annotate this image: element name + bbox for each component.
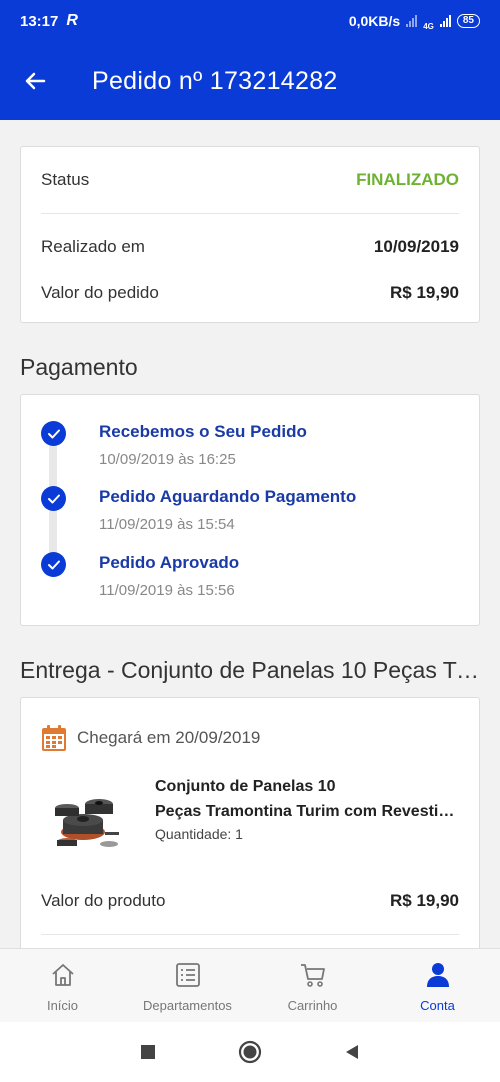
home-button[interactable] [238, 1040, 262, 1064]
nav-item-carrinho[interactable]: Carrinho [250, 949, 375, 1022]
nav-item-departamentos[interactable]: Departamentos [125, 949, 250, 1022]
divider [41, 934, 459, 935]
system-navigation [0, 1022, 500, 1082]
check-icon [41, 486, 66, 511]
signal-strong-icon [439, 15, 451, 27]
nav-item-conta[interactable]: Conta [375, 949, 500, 1022]
step-date: 11/09/2019 às 15:56 [99, 582, 235, 599]
network-speed: 0,0KB/s [348, 13, 401, 29]
amount-label: Valor do pedido [41, 283, 159, 302]
circle-icon [238, 1040, 262, 1064]
product-image[interactable] [49, 782, 123, 856]
back-button[interactable] [0, 42, 70, 120]
product-name-line2: Peças Tramontina Turim com Revestimento [155, 803, 465, 820]
status-row: Status FINALIZADO [21, 147, 479, 213]
product-quantity: Quantidade: 1 [155, 826, 243, 842]
step-title: Pedido Aguardando Pagamento [99, 487, 357, 506]
nav-item-inicio[interactable]: Início [0, 949, 125, 1022]
battery-icon: 85 [456, 14, 480, 28]
list-icon [175, 963, 200, 987]
status-bar: 13:17 R 0,0KB/s 4G 85 [0, 0, 500, 42]
step-date: 11/09/2019 às 15:54 [99, 516, 235, 533]
product-value-label: Valor do produto [41, 891, 166, 910]
delivery-section-title: Entrega - Conjunto de Panelas 10 Peças T… [20, 657, 480, 683]
arrival-date: Chegará em 20/09/2019 [77, 728, 261, 747]
product-name-line1: Conjunto de Panelas 10 [155, 778, 336, 795]
page-title: Pedido nº 173214282 [92, 66, 338, 95]
nav-label: Início [46, 998, 79, 1013]
date-value: 10/09/2019 [373, 237, 459, 256]
step-title: Pedido Aprovado [99, 553, 240, 572]
product-value: R$ 19,90 [390, 891, 459, 910]
clock: 13:17 [20, 12, 59, 30]
payment-timeline-card: Recebemos o Seu Pedido 10/09/2019 às 16:… [20, 394, 480, 626]
nav-label: Carrinho [287, 998, 338, 1013]
step-title: Recebemos o Seu Pedido [99, 422, 307, 441]
nav-label: Departamentos [143, 998, 232, 1013]
order-summary-card: Status FINALIZADO Realizado em 10/09/201… [20, 146, 480, 323]
amount-row: Valor do pedido R$ 19,90 [21, 280, 479, 306]
triangle-left-icon [346, 1045, 358, 1059]
step-date: 10/09/2019 às 16:25 [99, 451, 236, 468]
home-icon [51, 964, 74, 986]
network-type: 4G [423, 22, 434, 31]
app-bar: Pedido nº 173214282 [0, 42, 500, 120]
product-value-row: Valor do produto R$ 19,90 [21, 888, 479, 914]
date-label: Realizado em [41, 237, 145, 256]
signal-icon [406, 15, 418, 27]
check-icon [41, 552, 66, 577]
calendar-icon [42, 725, 66, 751]
status-label: Status [41, 170, 90, 189]
recent-apps-button[interactable] [136, 1040, 160, 1064]
carrier-icon: R [66, 12, 78, 29]
back-nav-button[interactable] [340, 1040, 364, 1064]
check-icon [41, 421, 66, 446]
delivery-eta: Chegará em 20/09/2019 [41, 724, 260, 752]
square-icon [141, 1045, 155, 1059]
status-badge: FINALIZADO [356, 170, 459, 189]
user-icon [426, 963, 449, 987]
payment-section-title: Pagamento [20, 354, 138, 380]
cart-icon [300, 964, 325, 987]
arrow-left-icon [25, 72, 46, 90]
date-row: Realizado em 10/09/2019 [21, 214, 479, 280]
product-name[interactable]: Conjunto de Panelas 10 Peças Tramontina … [155, 774, 465, 824]
bottom-navigation: Início Departamentos Carrinho Conta [0, 948, 500, 1022]
amount-value: R$ 19,90 [390, 283, 459, 302]
nav-label: Conta [420, 998, 455, 1013]
